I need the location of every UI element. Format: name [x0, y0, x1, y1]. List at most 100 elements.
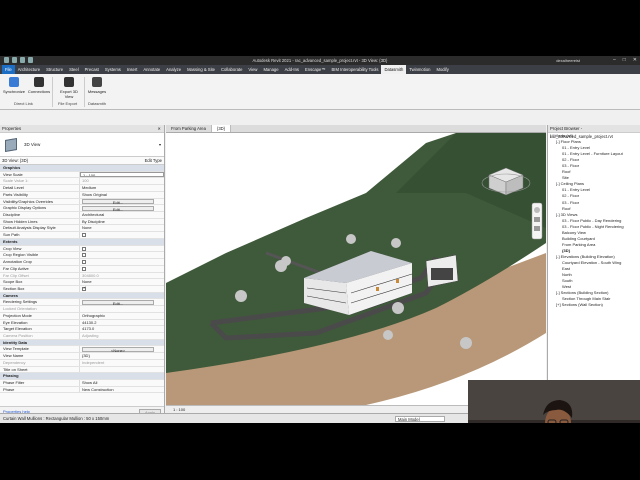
window-title: Autodesk Revit 2021 - rac_advanced_sampl…	[252, 58, 388, 63]
property-value[interactable]: Medium	[80, 185, 164, 191]
property-checkbox[interactable]	[82, 260, 86, 264]
user-name[interactable]: dexalheereist	[556, 58, 580, 63]
instance-filter[interactable]: 3D View: {3D} Edit Type	[0, 157, 164, 165]
property-value[interactable]: New Construction	[80, 387, 164, 393]
3d-viewport[interactable]	[166, 133, 546, 405]
ribbon-tab-datasmith[interactable]: Datasmith	[381, 65, 407, 74]
maximize-icon[interactable]: □	[623, 57, 626, 63]
group-datasmith: Datasmith	[88, 101, 107, 106]
connections-button[interactable]: Connections	[26, 77, 52, 94]
group-direct-link: Direct Link	[14, 101, 33, 106]
browser-title-text: Project Browser - rac_advanced_sample_pr…	[550, 126, 613, 139]
type-selector[interactable]: 3D View ▾	[0, 133, 164, 157]
property-value[interactable]	[80, 252, 164, 258]
group-file-export: File Export	[58, 101, 78, 106]
close-icon[interactable]: ✕	[633, 57, 637, 63]
ribbon-tab-enscape-[interactable]: Enscape™	[302, 65, 328, 74]
property-category[interactable]: Extents	[0, 238, 164, 246]
property-value[interactable]	[80, 232, 164, 238]
property-value[interactable]: Orthographic	[80, 313, 164, 319]
ribbon-tab-bim-interoperability-tools[interactable]: BIM Interoperability Tools	[329, 65, 382, 74]
messages-button[interactable]: Messages	[84, 77, 110, 94]
3d-view-icon	[5, 137, 17, 153]
ribbon-tab-insert[interactable]: Insert	[124, 65, 140, 74]
export-3d-view-button[interactable]: Export 3D View	[56, 77, 82, 99]
ribbon-tab-manage[interactable]: Manage	[260, 65, 281, 74]
property-value[interactable]: 44130.2	[80, 320, 164, 326]
ribbon-tab-architecture[interactable]: Architecture	[15, 65, 43, 74]
edit-type-button[interactable]: Edit Type	[145, 157, 162, 165]
ribbon-tab-precast[interactable]: Precast	[82, 65, 102, 74]
property-value[interactable]: Edit...	[80, 205, 164, 212]
browser-node[interactable]: [+] Sections (Wall Section)	[548, 302, 640, 308]
property-edit-button[interactable]: <None>	[82, 347, 154, 353]
property-category[interactable]: Identity Data	[0, 339, 164, 347]
property-value[interactable]	[80, 367, 164, 373]
property-checkbox[interactable]	[82, 253, 86, 258]
property-value[interactable]: Show All	[80, 380, 164, 386]
property-name: Sun Path	[0, 232, 80, 238]
property-edit-button[interactable]: Edit...	[82, 206, 154, 212]
property-value[interactable]	[80, 266, 164, 272]
property-checkbox[interactable]	[82, 286, 86, 291]
property-category[interactable]: Camera	[0, 292, 164, 300]
property-value[interactable]: 4173.0	[80, 326, 164, 332]
property-category[interactable]: Phasing	[0, 373, 164, 380]
property-name: Graphic Display Options	[0, 205, 80, 212]
property-value[interactable]	[80, 246, 164, 252]
view-tab[interactable]: From Parking Area	[166, 125, 212, 132]
ribbon-tab-analyze[interactable]: Analyze	[163, 65, 184, 74]
property-value[interactable]: Edit...	[80, 199, 164, 205]
ribbon-tab-modify[interactable]: Modify	[433, 65, 451, 74]
ribbon-tab-file[interactable]: File	[2, 65, 15, 74]
property-value[interactable]: <None>	[80, 346, 164, 353]
property-value[interactable]	[80, 286, 164, 292]
property-name: Camera Position	[0, 332, 80, 339]
ribbon-tab-systems[interactable]: Systems	[102, 65, 124, 74]
property-value: 100	[82, 178, 89, 184]
navigation-bar[interactable]	[531, 202, 543, 240]
ribbon-tab-steel[interactable]: Steel	[66, 65, 82, 74]
property-value[interactable]: Show Original	[80, 192, 164, 198]
ribbon-tab-collaborate[interactable]: Collaborate	[218, 65, 245, 74]
property-value[interactable]: 1 : 100	[80, 171, 164, 178]
ribbon-tab-massing-site[interactable]: Massing & Site	[184, 65, 218, 74]
property-value[interactable]: {3D}	[80, 353, 164, 359]
ribbon-tab-annotate[interactable]: Annotate	[140, 65, 163, 74]
property-value[interactable]: None	[80, 225, 164, 231]
property-edit-button[interactable]: Edit...	[82, 199, 154, 205]
close-icon[interactable]: ✕	[157, 125, 161, 133]
property-value[interactable]: Architectural	[80, 212, 164, 218]
ribbon-tab-add-ins[interactable]: Add-Ins	[282, 65, 302, 74]
messages-label: Messages	[87, 89, 107, 94]
property-row: Rendering Settings Edit...	[0, 299, 164, 307]
revit-window: Autodesk Revit 2021 - rac_advanced_sampl…	[0, 56, 640, 423]
ribbon-tab-twinmotion[interactable]: Twinmotion	[406, 65, 433, 74]
project-browser: Project Browser - rac_advanced_sample_pr…	[547, 125, 640, 380]
minimize-icon[interactable]: –	[613, 57, 616, 63]
status-text: Curtain Wall Mullions : Rectangular Mull…	[3, 416, 110, 421]
property-checkbox[interactable]	[82, 266, 86, 271]
property-category[interactable]: Graphics	[0, 165, 164, 172]
property-row: Default Analysis Display Style None	[0, 225, 164, 233]
view-scale[interactable]: 1 : 100	[173, 407, 185, 412]
property-value[interactable]: Edit...	[80, 299, 164, 306]
synchronize-button[interactable]: Synchronize	[1, 77, 27, 94]
chevron-down-icon[interactable]: ▾	[159, 142, 161, 147]
property-value[interactable]: None	[80, 279, 164, 285]
property-row: View Template <None>	[0, 346, 164, 354]
view-tab[interactable]: {3D}	[211, 125, 232, 132]
property-value: 304800.0	[82, 272, 99, 278]
property-checkbox[interactable]	[82, 246, 86, 251]
property-name: Dependency	[0, 359, 80, 366]
property-value[interactable]: By Discipline	[80, 219, 164, 225]
property-edit-button[interactable]: Edit...	[82, 300, 154, 306]
property-row: Title on Sheet	[0, 366, 164, 374]
property-row: Far Clip Offset 304800.0	[0, 272, 164, 280]
active-model-selector[interactable]: Main Model	[395, 416, 445, 422]
property-value[interactable]	[80, 259, 164, 265]
property-checkbox[interactable]	[82, 233, 86, 238]
ribbon-tab-structure[interactable]: Structure	[43, 65, 66, 74]
ribbon-tab-view[interactable]: View	[245, 65, 260, 74]
category-label: Phasing	[3, 373, 19, 379]
